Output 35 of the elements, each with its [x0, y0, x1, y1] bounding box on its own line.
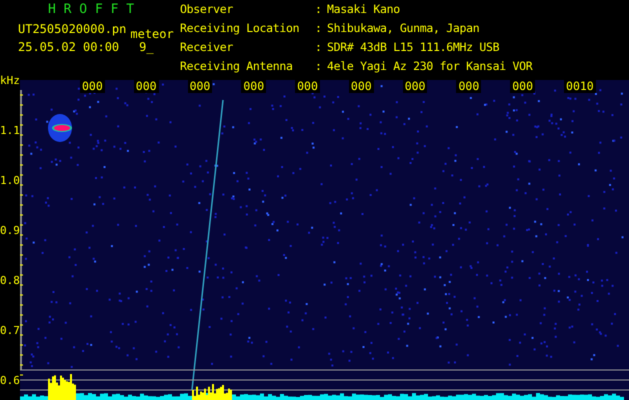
axis-tick-label: 0.9 — [0, 224, 20, 237]
meteor-echo-drawing — [48, 114, 72, 142]
time-label: 000 — [188, 80, 212, 93]
info-label: Receiver — [180, 42, 234, 56]
axis-tick-label: 0.6 — [0, 374, 20, 387]
filename: UT2505020000.pn — [18, 22, 126, 36]
time-label: 0010 — [564, 80, 596, 93]
info-value: Masaki Kano — [327, 4, 401, 18]
axis-tick-label: 1.1 — [0, 124, 20, 137]
timestamp: 25.05.02 00:00 — [18, 40, 120, 54]
time-label: 000 — [402, 80, 428, 93]
time-label: 000 — [134, 80, 159, 93]
info-label: Receiving Antenna — [180, 61, 294, 75]
time-label: 000 — [456, 80, 482, 93]
time-label: 000 — [295, 80, 320, 93]
time-label: 000 — [241, 80, 266, 93]
info-separator: : — [315, 4, 323, 18]
info-separator: : — [315, 23, 323, 37]
detection-count: 9_ — [139, 40, 154, 54]
info-value: 4ele Yagi Az 230 for Kansai VOR — [327, 61, 532, 75]
info-value: SDR# 43dB L15 111.6MHz USB — [327, 42, 500, 56]
detection-label: meteor — [130, 27, 174, 41]
axis-unit: kHz — [0, 74, 20, 87]
time-label: 000 — [510, 80, 536, 93]
info-separator: : — [315, 61, 323, 75]
time-label: 000 — [80, 80, 105, 93]
time-label: 000 — [348, 80, 374, 93]
info-separator: : — [315, 42, 323, 56]
axis-tick-label: 0.7 — [0, 324, 20, 337]
info-label: Receiving Location — [180, 23, 300, 37]
info-label: Observer — [180, 4, 234, 18]
axis-tick-label: 1.0 — [0, 174, 20, 187]
info-value: Shibukawa, Gunma, Japan — [327, 23, 480, 37]
app-title: H R O F F T — [47, 1, 136, 18]
axis-tick-label: 0.8 — [0, 274, 20, 287]
